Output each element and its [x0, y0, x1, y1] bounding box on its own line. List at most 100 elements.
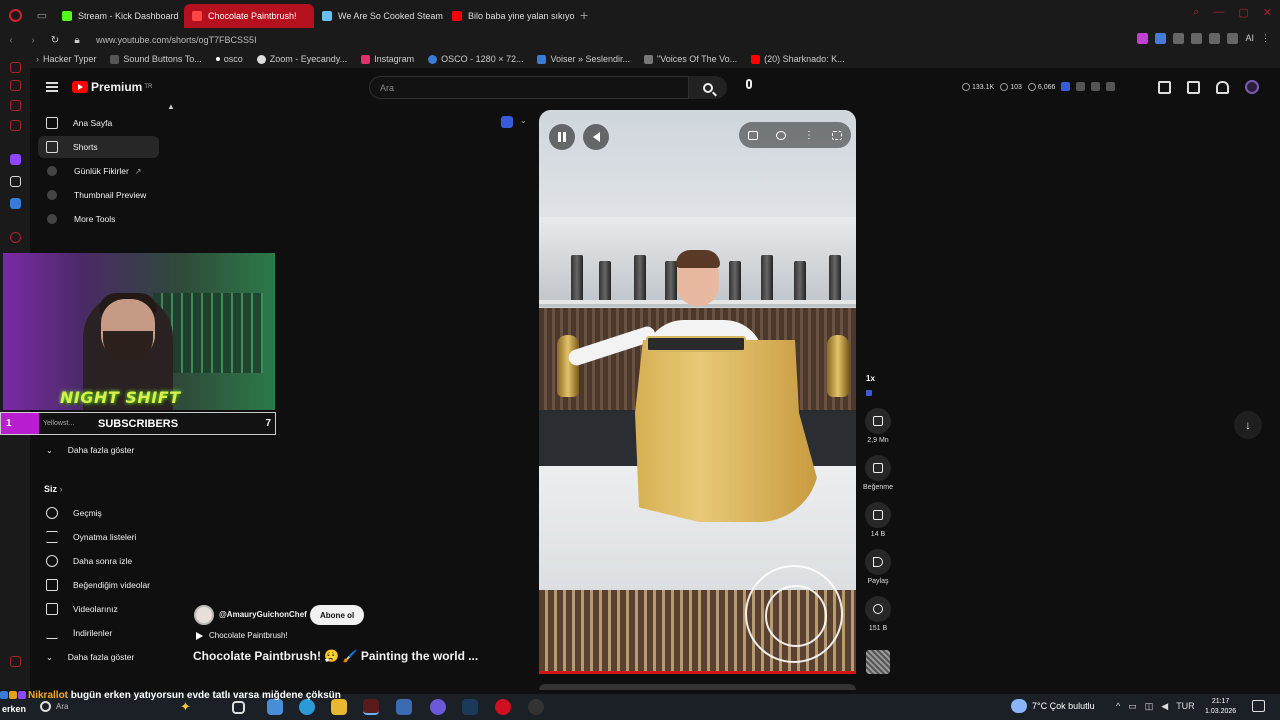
bookmark-item[interactable]: › Hacker Typer [36, 54, 96, 64]
extension-icon[interactable] [10, 120, 21, 131]
shorts-video-player[interactable]: ⋮ [539, 110, 856, 672]
url-field[interactable]: www.youtube.com/shorts/ogT7FBCSS5I [96, 35, 257, 45]
extension-icon[interactable] [10, 80, 21, 91]
menu-icon[interactable] [46, 82, 58, 92]
sidebar-item-daily-ideas[interactable]: Günlük Fikirler ↗ [38, 160, 159, 182]
back-button[interactable]: ‹ [0, 35, 22, 46]
notifications-icon[interactable] [1252, 700, 1265, 712]
more-options-icon[interactable]: ⋮ [804, 130, 814, 140]
create-icon[interactable] [1158, 80, 1171, 94]
weather-icon[interactable] [1011, 699, 1027, 713]
search-input[interactable]: Ara [369, 76, 689, 99]
weather-text[interactable]: 7°C Çok bulutlu [1032, 701, 1095, 711]
next-short-preview[interactable] [539, 684, 856, 690]
extension-icon[interactable] [1091, 82, 1101, 91]
sound-link[interactable]: Chocolate Paintbrush! [196, 631, 288, 640]
sidebar-item-downloads[interactable]: İndirilenler [38, 622, 159, 644]
sidebar-item-show-more[interactable]: ⌄ Daha fazla göster [38, 439, 159, 461]
like-button[interactable]: 2,9 Mn [863, 408, 893, 444]
bookmark-item[interactable]: osco [215, 54, 243, 64]
sound-thumbnail[interactable] [866, 650, 890, 674]
tab-steam[interactable]: We Are So Cooked Steam [314, 4, 444, 28]
x-icon[interactable] [10, 176, 21, 187]
comments-button[interactable]: 14 B [863, 502, 893, 538]
discord-icon[interactable] [430, 699, 446, 715]
bookmark-item[interactable]: (20) Sharknado: K... [751, 54, 845, 64]
download-icon[interactable] [1209, 33, 1221, 44]
search-button[interactable] [689, 76, 727, 99]
language-indicator[interactable]: TUR [1176, 701, 1195, 712]
voice-search-button[interactable] [741, 79, 757, 96]
avatar[interactable] [1245, 80, 1259, 94]
tab-youtube-active[interactable]: Chocolate Paintbrush! [184, 4, 314, 28]
sidebar-item-home[interactable]: Ana Sayfa [38, 112, 159, 134]
messenger-icon[interactable] [10, 100, 21, 111]
chevron-up-icon[interactable]: ▲ [167, 102, 175, 111]
sidebar-item-more-tools[interactable]: More Tools [38, 208, 159, 230]
search-tabs-icon[interactable]: ⌕ [1193, 6, 1199, 19]
sidebar-item-thumbnail-preview[interactable]: Thumbnail Preview [38, 184, 159, 206]
reload-button[interactable]: ↻ [44, 35, 66, 46]
subscribe-button[interactable]: Abone ol [310, 605, 365, 625]
captions-icon[interactable] [748, 130, 758, 140]
remix-button[interactable]: 151 B [863, 596, 893, 632]
tab-youtube-2[interactable]: Bilo baba yine yalan sıkıyo [444, 4, 574, 28]
youtube-logo[interactable]: Premium TR [72, 80, 152, 94]
history-icon[interactable] [10, 232, 21, 243]
bookmark-item[interactable]: OSCO - 1280 × 72... [428, 54, 523, 64]
new-tab-button[interactable]: + [580, 7, 588, 23]
channel-avatar[interactable] [194, 605, 214, 625]
bookmark-item[interactable]: Voiser » Seslendir... [537, 54, 630, 64]
app-icon[interactable] [396, 699, 412, 715]
extension-badge-icon[interactable] [501, 116, 513, 128]
tab-overview-icon[interactable]: ▭ [30, 9, 54, 22]
bookmark-item[interactable]: Sound Buttons To... [110, 54, 202, 64]
ai-button[interactable]: AI [1245, 33, 1254, 44]
fullscreen-icon[interactable] [832, 130, 842, 140]
clock[interactable]: 21:17 1.03.2026 [1205, 697, 1236, 717]
mute-button[interactable] [583, 124, 609, 150]
gx-icon[interactable] [10, 656, 21, 667]
obs-icon[interactable] [528, 699, 544, 715]
upload-icon[interactable] [1187, 80, 1200, 94]
sidebar-item-show-more-2[interactable]: ⌄ Daha fazla göster [38, 646, 159, 668]
tray-icon[interactable]: ◫ [1145, 701, 1154, 712]
bookmark-item[interactable]: Zoom - Eyecandy... [256, 54, 347, 64]
video-progress-bar[interactable] [539, 671, 856, 674]
aria-icon[interactable] [10, 62, 21, 73]
sidebar-item-history[interactable]: Geçmiş [38, 502, 159, 524]
sidebar-item-playlists[interactable]: Oynatma listeleri [38, 526, 159, 548]
playback-speed[interactable]: 1x [866, 374, 875, 383]
search-icon[interactable] [40, 701, 51, 712]
sidebar-item-watch-later[interactable]: Daha sonra izle [38, 550, 159, 572]
taskbar-search[interactable]: Ara [56, 702, 68, 711]
tab-kick[interactable]: Stream - Kick Dashboard [54, 4, 184, 28]
settings-icon[interactable] [776, 130, 786, 140]
sidebar-item-liked[interactable]: Beğendiğim videolar [38, 574, 159, 596]
share-icon[interactable] [1227, 33, 1239, 44]
chevron-down-icon[interactable]: ⌄ [520, 116, 527, 125]
volume-icon[interactable]: ◀ [1161, 701, 1168, 712]
chevron-up-icon[interactable]: ^ [1116, 701, 1120, 712]
menu-icon[interactable]: ⋮ [1261, 33, 1270, 44]
tray-icon[interactable]: ▭ [1128, 701, 1137, 712]
sidebar-item-your-videos[interactable]: Videolarınız [38, 598, 159, 620]
close-button[interactable]: ✕ [1263, 6, 1272, 19]
sidebar-item-shorts[interactable]: Shorts [38, 136, 159, 158]
pause-button[interactable] [549, 124, 575, 150]
extension-icon[interactable] [1137, 33, 1149, 44]
bookmark-item[interactable]: "Voices Of The Vo... [644, 54, 737, 64]
bell-icon[interactable] [1216, 80, 1229, 94]
bookmark-item[interactable]: Instagram [361, 54, 414, 64]
share-button[interactable]: Paylaş [863, 549, 893, 585]
next-short-button[interactable]: ↓ [1234, 411, 1262, 439]
extension-icon[interactable] [1061, 82, 1071, 91]
dislike-button[interactable]: Beğenme [863, 455, 893, 491]
section-you-heading[interactable]: Siz › [44, 484, 63, 494]
minimize-button[interactable]: — [1213, 6, 1224, 19]
extension-icon[interactable] [1155, 33, 1167, 44]
app-icon[interactable] [363, 699, 379, 715]
channel-name[interactable]: @AmauryGuichonChef [219, 610, 307, 619]
steam-icon[interactable] [462, 699, 478, 715]
forward-button[interactable]: › [22, 35, 44, 46]
